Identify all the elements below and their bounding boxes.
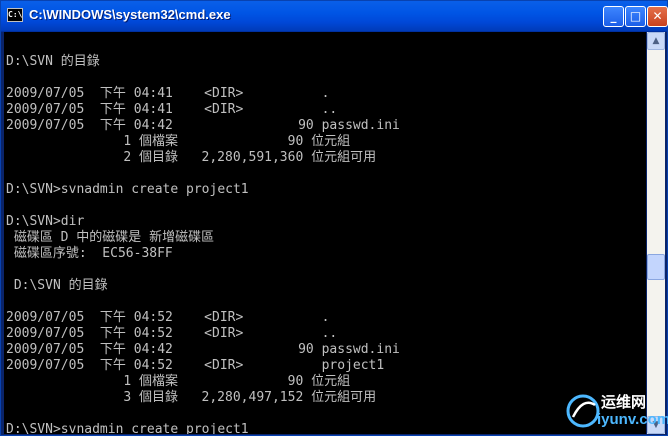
console-line: D:\SVN 的目錄 [6,54,100,69]
watermark-text-en: iyunv.com [597,411,668,428]
console-line: D:\SVN>svnadmin create project1 [6,422,249,434]
console-line: 3 個目錄 2,280,497,152 位元組可用 [6,390,377,405]
console-line: 2009/07/05 下午 04:52 <DIR> project1 [6,358,385,373]
console-line: 2009/07/05 下午 04:41 <DIR> .. [6,102,338,117]
console-line: 2009/07/05 下午 04:41 <DIR> . [6,86,330,101]
console-line: 1 個檔案 90 位元組 [6,134,351,149]
console-text: D:\SVN 的目錄 2009/07/05 下午 04:41 <DIR> . 200… [4,32,646,434]
console-line: 2009/07/05 下午 04:52 <DIR> . [6,310,330,325]
console-line: 磁碟區序號: EC56-38FF [6,246,173,261]
console-line: D:\SVN 的目錄 [6,278,108,293]
console-line: 1 個檔案 90 位元組 [6,374,351,389]
console-line: D:\SVN>svnadmin create project1 [6,182,249,197]
console-line: 2 個目錄 2,280,591,360 位元組可用 [6,150,377,165]
site-watermark: 运维网 iyunv.com [561,389,668,433]
title-bar[interactable]: C:\ C:\WINDOWS\system32\cmd.exe _ □ ✕ [1,1,668,32]
scroll-up-arrow-icon: ▲ [652,36,660,46]
maximize-button[interactable]: □ [625,6,646,27]
console-output-area[interactable]: D:\SVN 的目錄 2009/07/05 下午 04:41 <DIR> . 200… [4,32,646,434]
window-title: C:\WINDOWS\system32\cmd.exe [29,7,231,22]
cmd-window: C:\ C:\WINDOWS\system32\cmd.exe _ □ ✕ D:… [0,0,668,436]
minimize-button[interactable]: _ [603,6,624,27]
console-line: 磁碟區 D 中的磁碟是 新增磁碟區 [6,230,215,245]
close-button[interactable]: ✕ [647,6,668,27]
scroll-up-button[interactable]: ▲ [647,32,665,50]
vertical-scrollbar[interactable]: ▲ ▼ [647,32,665,434]
scrollbar-thumb[interactable] [647,254,665,280]
console-app-icon[interactable]: C:\ [7,8,23,22]
watermark-text-cn: 运维网 [601,393,647,411]
console-line: D:\SVN>dir [6,214,85,229]
console-line: 2009/07/05 下午 04:42 90 passwd.ini [6,118,400,133]
console-line: 2009/07/05 下午 04:52 <DIR> .. [6,326,338,341]
console-line: 2009/07/05 下午 04:42 90 passwd.ini [6,342,400,357]
